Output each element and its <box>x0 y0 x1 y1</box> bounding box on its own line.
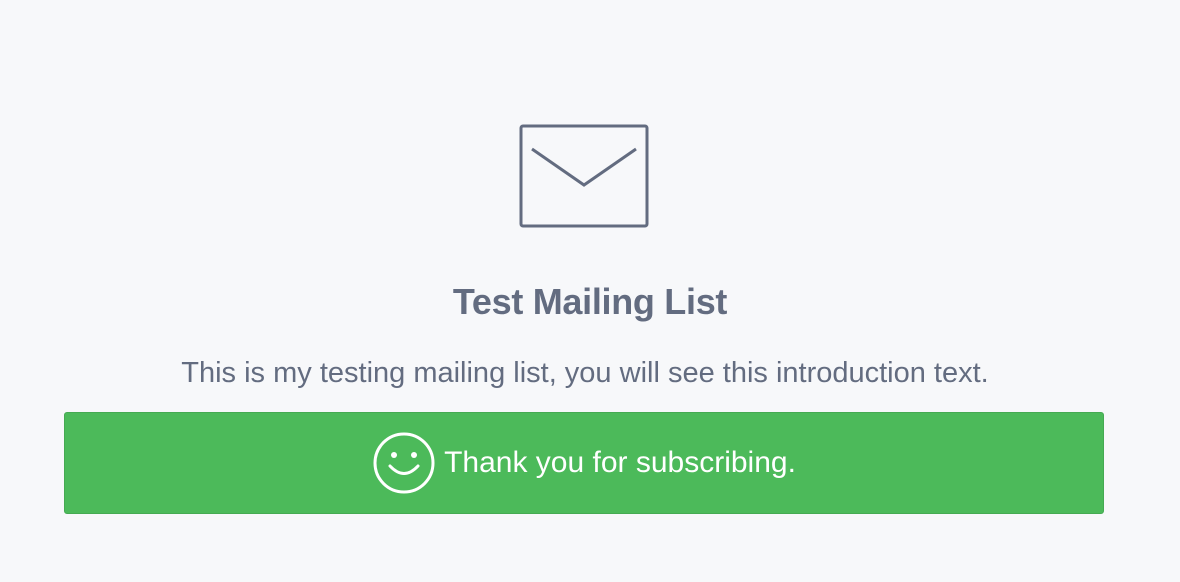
envelope-icon <box>519 124 649 228</box>
list-introduction: This is my testing mailing list, you wil… <box>181 357 989 389</box>
smile-icon <box>373 432 435 494</box>
subscription-success-banner: Thank you for subscribing. <box>64 412 1104 514</box>
success-message: Thank you for subscribing. <box>444 446 796 479</box>
list-title: Test Mailing List <box>452 281 728 322</box>
